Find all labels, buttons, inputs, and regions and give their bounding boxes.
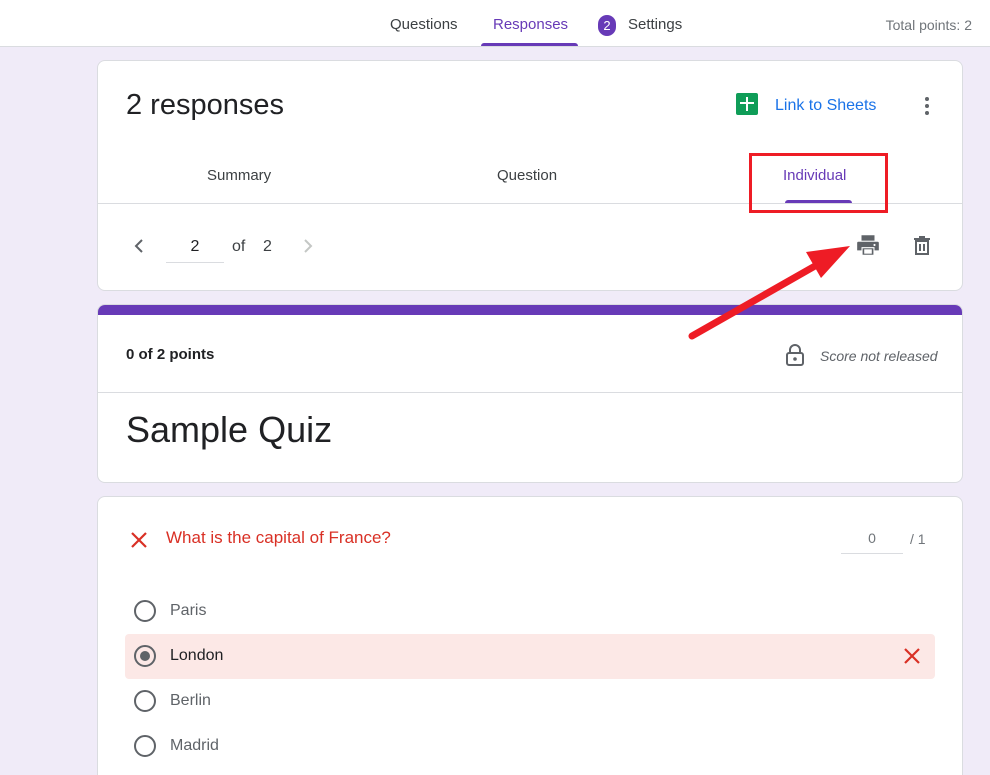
- close-x-icon: [131, 532, 147, 548]
- responses-count-title: 2 responses: [126, 89, 284, 121]
- top-navigation-bar: Questions Responses 2 Settings Total poi…: [0, 0, 990, 47]
- response-page-input[interactable]: [166, 231, 224, 263]
- tab-settings[interactable]: Settings: [628, 0, 682, 46]
- trash-icon[interactable]: [910, 232, 934, 258]
- points-score: 0 of 2 points: [126, 346, 215, 363]
- option-label: Berlin: [170, 692, 211, 709]
- pager-of-label: of: [232, 238, 246, 255]
- tab-responses[interactable]: Responses 2: [480, 0, 616, 46]
- close-x-icon: [904, 648, 920, 664]
- tab-questions[interactable]: Questions: [390, 0, 458, 46]
- radio-button[interactable]: [134, 600, 156, 622]
- option-row-selected: London: [125, 634, 935, 679]
- lock-icon: [786, 344, 804, 366]
- chevron-right-icon[interactable]: [296, 234, 320, 258]
- pager-total: 2: [263, 238, 272, 255]
- responses-count-badge: 2: [598, 15, 616, 36]
- divider: [98, 392, 962, 393]
- question-score-input[interactable]: [841, 523, 903, 554]
- annotation-highlight-box: [749, 153, 888, 213]
- option-row: Paris: [125, 589, 935, 634]
- subtab-question[interactable]: Question: [497, 167, 557, 184]
- option-row: Berlin: [125, 679, 935, 724]
- option-label: Paris: [170, 602, 207, 619]
- score-card: 0 of 2 points Score not released Sample …: [97, 304, 963, 483]
- option-label: Madrid: [170, 737, 219, 754]
- print-icon[interactable]: [855, 232, 881, 258]
- question-title: What is the capital of France?: [166, 528, 391, 547]
- radio-button[interactable]: [134, 735, 156, 757]
- subtab-summary[interactable]: Summary: [207, 167, 271, 184]
- tab-responses-label: Responses: [493, 16, 569, 33]
- score-not-released-label: Score not released: [820, 348, 938, 364]
- radio-button[interactable]: [134, 690, 156, 712]
- radio-button-checked[interactable]: [134, 645, 156, 667]
- question-card: What is the capital of France? / 1 Paris…: [97, 496, 963, 775]
- chevron-left-icon[interactable]: [127, 234, 151, 258]
- accent-bar: [98, 305, 962, 315]
- more-vert-icon[interactable]: [915, 94, 939, 118]
- option-row: Madrid: [125, 724, 935, 769]
- link-to-sheets-button[interactable]: Link to Sheets: [775, 97, 876, 115]
- total-points-label: Total points: 2: [885, 17, 972, 33]
- google-sheets-icon[interactable]: [736, 93, 758, 115]
- quiz-title: Sample Quiz: [126, 409, 333, 450]
- option-label: London: [170, 647, 224, 664]
- question-max-score: / 1: [910, 531, 926, 547]
